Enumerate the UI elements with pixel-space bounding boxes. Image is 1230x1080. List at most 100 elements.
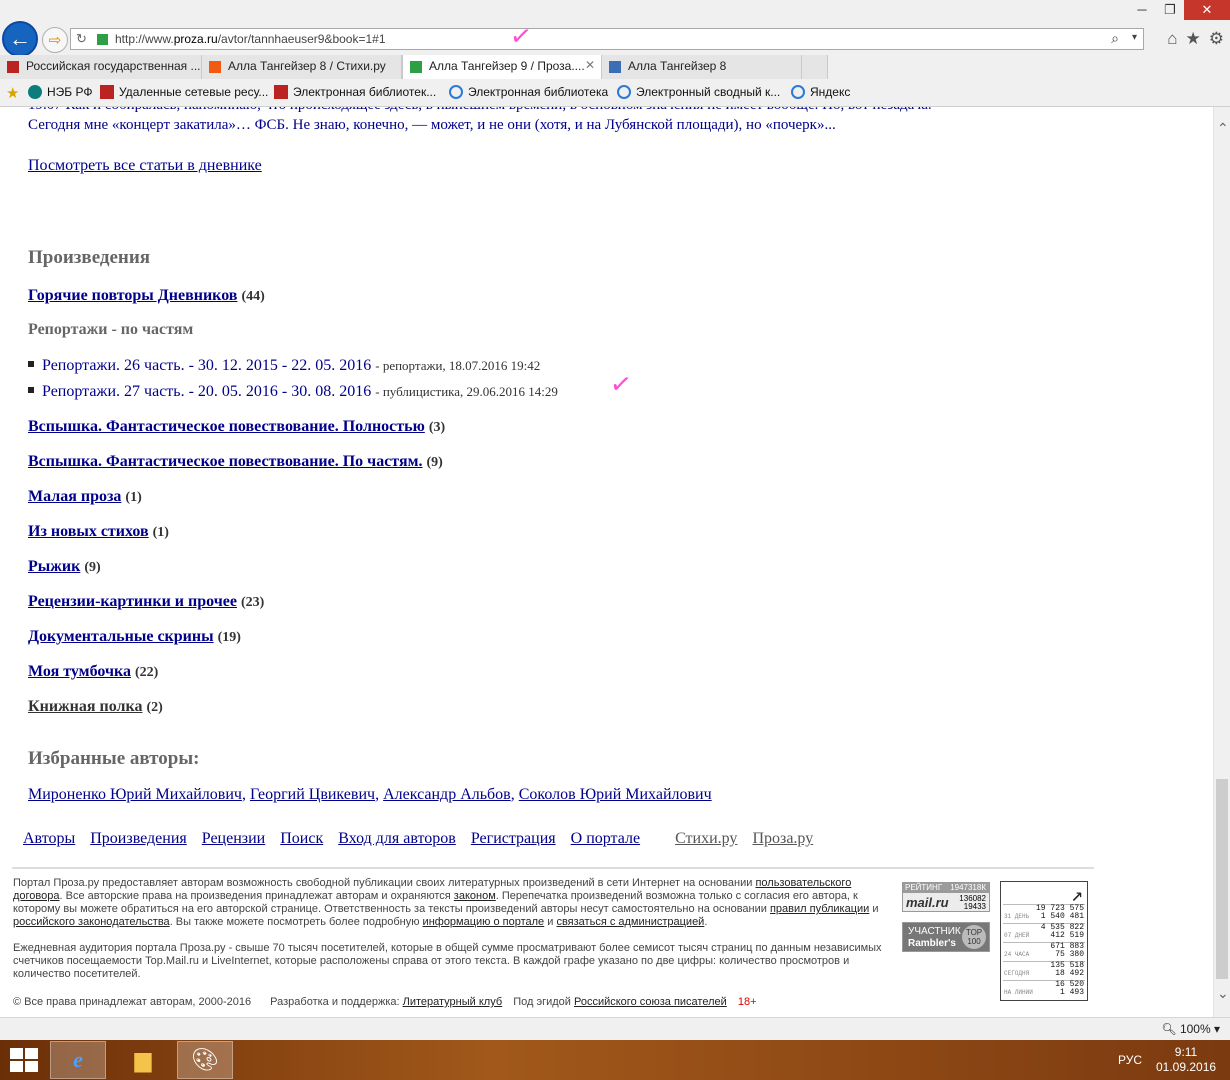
fav-yandex[interactable]: Яндекс: [791, 85, 850, 99]
taskbar-ie-button[interactable]: e: [50, 1041, 106, 1079]
bullet-icon: [28, 387, 34, 393]
see-all-diary-link[interactable]: Посмотреть все статьи в дневнике: [28, 157, 262, 175]
link-portal-info[interactable]: информацию о портале: [423, 916, 545, 928]
minimize-icon[interactable]: ─: [1128, 0, 1156, 20]
book-link[interactable]: Вспышка. Фантастическое повествование. П…: [28, 418, 425, 435]
scrollbar-thumb[interactable]: [1216, 779, 1228, 979]
taskbar-clock[interactable]: 9:11 01.09.2016: [1156, 1045, 1216, 1075]
author-link[interactable]: Александр Альбов: [383, 786, 511, 803]
book-link[interactable]: Документальные скрины: [28, 628, 214, 645]
footer-link-stihi[interactable]: Стихи.ру: [675, 830, 737, 847]
book-link[interactable]: Рыжик: [28, 558, 80, 575]
book-my-nightstand: Моя тумбочка (22): [28, 663, 158, 681]
start-button[interactable]: [10, 1048, 38, 1072]
fav-catalog[interactable]: Электронный сводный к...: [617, 85, 780, 99]
back-arrow-icon: ←: [9, 26, 31, 51]
restore-icon[interactable]: ❐: [1156, 0, 1184, 20]
status-bar: 🔍︎ 100% ▾: [0, 1017, 1230, 1040]
link-law[interactable]: законом: [454, 890, 496, 902]
link-contact-admin[interactable]: связаться с администрацией: [556, 916, 704, 928]
search-icon[interactable]: ⌕: [1111, 30, 1119, 47]
favorites-star-icon[interactable]: ★: [1186, 29, 1201, 49]
address-bar[interactable]: ↻ http://www.proza.ru/avtor/tannhaeuser9…: [70, 28, 1144, 50]
footer-link-proza[interactable]: Проза.ру: [752, 830, 813, 847]
forward-button[interactable]: ⇨: [42, 27, 68, 53]
tab-stihi[interactable]: Алла Тангейзер 8 / Стихи.ру: [202, 55, 402, 79]
book-link[interactable]: Малая проза: [28, 488, 121, 505]
book-new-poems: Из новых стихов (1): [28, 523, 169, 541]
taskbar-paint-button[interactable]: 🎨︎: [177, 1041, 233, 1079]
fav-elib-2[interactable]: Электронная библиотека: [449, 85, 608, 99]
footer-link-search[interactable]: Поиск: [280, 830, 323, 847]
tab-proza-active[interactable]: Алла Тангейзер 9 / Проза.... ✕: [402, 55, 602, 79]
tab-rgb[interactable]: Российская государственная ...: [0, 55, 202, 79]
book-link[interactable]: Рецензии-картинки и прочее: [28, 593, 237, 610]
home-icon[interactable]: ⌂: [1167, 29, 1177, 49]
rgb-logo-icon: [274, 85, 288, 99]
scroll-down-icon[interactable]: ⌄: [1217, 986, 1229, 1003]
stihi-favicon-icon: [209, 61, 221, 73]
book-count: (19): [217, 630, 241, 645]
mailru-rating-counter[interactable]: РЕЙТИНГ 1947318К mail.ru 136082 19433: [902, 882, 990, 912]
back-button[interactable]: ←: [2, 21, 38, 57]
footer-link-about[interactable]: О портале: [571, 830, 640, 847]
link-publication-rules[interactable]: правил публикации: [770, 903, 869, 915]
scroll-up-icon[interactable]: ⌃: [1217, 121, 1229, 138]
book-count: (23): [240, 595, 265, 610]
gear-icon[interactable]: ⚙: [1209, 29, 1224, 49]
tab-alla8[interactable]: Алла Тангейзер 8: [602, 55, 802, 79]
ie-page-icon: [449, 85, 463, 99]
fav-remote-resources[interactable]: Удаленные сетевые ресу...: [100, 85, 268, 99]
list-item: Репортажи. 27 часть. - 20. 05. 2016 - 30…: [28, 383, 558, 401]
footer-link-authors[interactable]: Авторы: [23, 830, 75, 847]
fav-neb[interactable]: НЭБ РФ: [28, 85, 93, 99]
diary-excerpt[interactable]: 19.07 Как и собиралась, напоминаю, что п…: [28, 107, 1098, 135]
footer-link-register[interactable]: Регистрация: [471, 830, 556, 847]
book-ryzhik: Рыжик (9): [28, 558, 101, 576]
book-link[interactable]: Книжная полка: [28, 698, 142, 715]
taskbar-explorer-button[interactable]: ▆: [115, 1041, 171, 1079]
footer-divider: [12, 867, 1094, 869]
book-link[interactable]: Моя тумбочка: [28, 663, 131, 680]
zoom-icon: 🔍︎: [1161, 1022, 1177, 1036]
book-link[interactable]: Вспышка. Фантастическое повествование. П…: [28, 453, 423, 470]
page-content: 19.07 Как и собиралась, напоминаю, что п…: [0, 107, 1213, 1017]
rgb-logo-icon: [7, 61, 19, 73]
favorites-add-icon[interactable]: ★: [6, 84, 19, 102]
footer-link-login[interactable]: Вход для авторов: [338, 830, 456, 847]
book-bookshelf: Книжная полка (2): [28, 698, 163, 716]
refresh-icon[interactable]: ↻: [76, 31, 87, 47]
book-link[interactable]: Из новых стихов: [28, 523, 149, 540]
site-favicon: [97, 34, 108, 45]
ie-page-icon: [617, 85, 631, 99]
rambler-top100-counter[interactable]: УЧАСТНИК Rambler's TOP 100: [902, 922, 990, 952]
close-window-icon[interactable]: ✕: [1184, 0, 1230, 20]
author-link[interactable]: Соколов Юрий Михайлович: [519, 786, 712, 803]
proza-favicon-icon: [410, 61, 422, 73]
link-russian-law[interactable]: российского законодательства: [13, 916, 170, 928]
author-link[interactable]: Георгий Цвикевич: [250, 786, 375, 803]
book-count: (2): [146, 700, 163, 715]
piece-link[interactable]: Репортажи. 26 часть. - 30. 12. 2015 - 22…: [42, 357, 371, 374]
vertical-scrollbar[interactable]: ⌃ ⌄: [1213, 107, 1230, 1017]
new-tab-button[interactable]: [802, 55, 828, 79]
fav-elib-1[interactable]: Электронная библиотек...: [274, 85, 436, 99]
footer-link-reviews[interactable]: Рецензии: [202, 830, 265, 847]
link-writers-union[interactable]: Российского союза писателей: [574, 996, 727, 1008]
dropdown-icon[interactable]: ▾: [1132, 32, 1137, 43]
author-link[interactable]: Мироненко Юрий Михайлович: [28, 786, 242, 803]
forward-arrow-icon: ⇨: [48, 32, 62, 49]
window-controls: ─ ❐ ✕: [1128, 0, 1230, 20]
book-count: (9): [426, 455, 443, 470]
input-language-indicator[interactable]: РУС: [1118, 1053, 1142, 1067]
book-count: (1): [125, 490, 142, 505]
footer-link-works[interactable]: Произведения: [90, 830, 187, 847]
link-literary-club[interactable]: Литературный клуб: [403, 996, 503, 1008]
zoom-control[interactable]: 🔍︎ 100% ▾: [1161, 1022, 1220, 1036]
book-link[interactable]: Горячие повторы Дневников: [28, 287, 237, 304]
piece-link[interactable]: Репортажи. 27 часть. - 20. 05. 2016 - 30…: [42, 383, 371, 400]
book-count: (1): [152, 525, 169, 540]
liveinternet-counter[interactable]: ↗ 31 ДЕНЬ 19 723 575 1 540 481 07 ДНЕЙ 4 53…: [1000, 881, 1088, 1001]
address-url[interactable]: http://www.proza.ru/avtor/tannhaeuser9&b…: [115, 32, 386, 46]
close-tab-icon[interactable]: ✕: [585, 58, 595, 72]
